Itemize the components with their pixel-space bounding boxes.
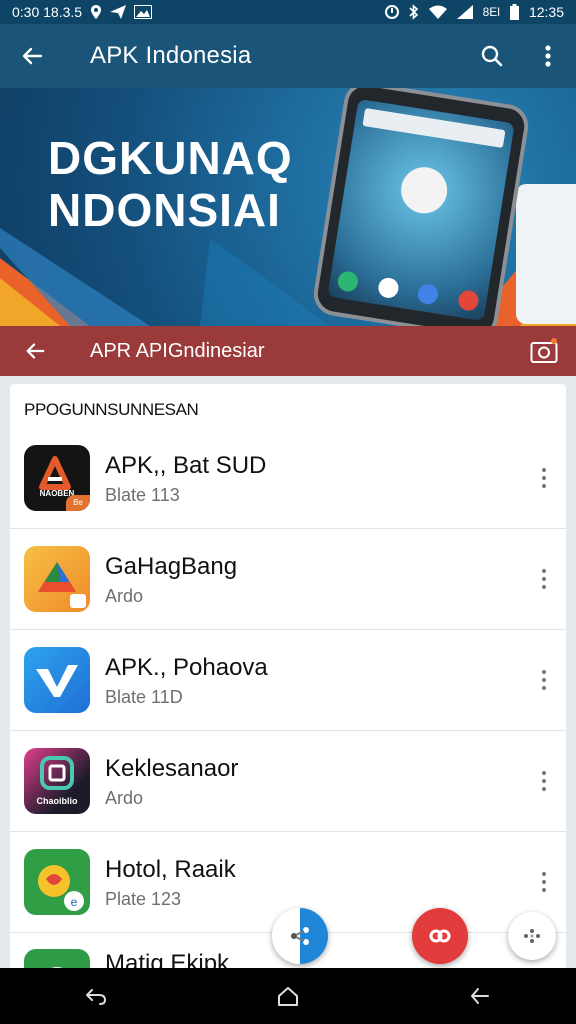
hero-side-card [516,184,576,324]
sub-header: APR APIGndinesiar [0,326,576,376]
list-item[interactable]: Chaoiblio Keklesanaor Ardo [10,731,566,832]
home-icon [278,987,298,1006]
search-button[interactable] [464,24,520,88]
link-icon [429,929,451,943]
alarm-icon [384,4,399,20]
floating-red-button[interactable] [412,908,468,964]
send-icon [110,5,127,19]
app-name: APK,, Bat SUD [105,451,267,479]
status-time: 12:35 [528,4,564,20]
item-menu-button[interactable] [536,867,552,897]
status-left-text: 0:30 18.3.5 [12,4,83,20]
return-arrow-icon [471,988,489,1004]
signal-icon [456,5,473,19]
floating-more-button[interactable] [508,912,556,960]
share-icon [291,927,309,945]
hero-title-line2: NDONSIAI [48,184,281,236]
more-vert-icon [545,45,551,67]
item-menu-button[interactable] [536,463,552,493]
app-name: GaHagBang [105,552,238,580]
nav-recents-button[interactable] [440,968,520,1024]
app-name: Keklesanaor [105,754,239,782]
app-subtitle: Ardo [105,787,144,808]
app-name: Hotol, Raaik [105,855,236,883]
undo-arrow-icon [86,989,106,1005]
status-bar: 0:30 18.3.5 8El 12:35 [0,0,576,24]
item-menu-button[interactable] [536,665,552,695]
battery-label: 8El [482,5,500,19]
dots-icon [524,929,540,943]
hero-title-line1: DGKUNAQ [48,132,293,184]
item-menu-button[interactable] [536,564,552,594]
svg-text:e: e [71,895,78,909]
arrow-left-icon [22,47,43,65]
page-title: APK Indonesia [90,42,252,69]
location-icon [90,5,102,19]
list-item[interactable]: APK., Pohaova Blate 11D [10,630,566,731]
back-button[interactable] [0,24,64,88]
camera-icon [530,338,558,363]
app-subtitle: Blate 113 [105,484,180,505]
app-icon-badge [70,594,86,608]
sub-back-button[interactable] [0,326,70,376]
wifi-icon [428,5,447,19]
app-icon-badge: Be [66,495,90,511]
overflow-menu-button[interactable] [520,24,576,88]
app-icon-keklesanaor: Chaoiblio [24,748,90,814]
app-icon-label: Chaoiblio [36,796,78,806]
search-icon [481,45,503,67]
camera-button[interactable] [512,326,576,376]
list-item[interactable]: GaHagBang Ardo [10,529,566,630]
navigation-bar [0,968,576,1024]
image-icon [134,5,153,19]
section-title: PPOGUNNSUNNESAN [24,400,199,419]
app-subtitle: Plate 123 [105,888,182,909]
list-item[interactable]: NAOBEN Be APK,, Bat SUD Blate 113 [10,428,566,529]
app-subtitle: Ardo [105,585,144,606]
app-icon-apk-bat: NAOBEN Be [24,445,90,511]
hero-banner[interactable]: DGKUNAQ NDONSIAI [0,88,576,326]
sub-header-title: APR APIGndinesiar [90,339,265,362]
app-icon-apk-pohaova [24,647,90,713]
app-icon-hotol-raaik: e [24,849,90,915]
arrow-left-icon [26,343,45,359]
nav-home-button[interactable] [248,968,328,1024]
item-menu-button[interactable] [536,766,552,796]
battery-icon [509,4,519,20]
bluetooth-icon [409,4,419,20]
hero-phone-illustration [310,88,532,326]
app-bar: APK Indonesia [0,24,576,88]
nav-back-button[interactable] [56,968,136,1024]
app-name: APK., Pohaova [105,653,268,681]
app-icon-gahagbang [24,546,90,612]
app-subtitle: Blate 11D [105,686,183,707]
app-list-card: PPOGUNNSUNNESAN NAOBEN Be APK,, Bat SUD … [10,384,566,974]
floating-share-button[interactable] [272,908,328,964]
